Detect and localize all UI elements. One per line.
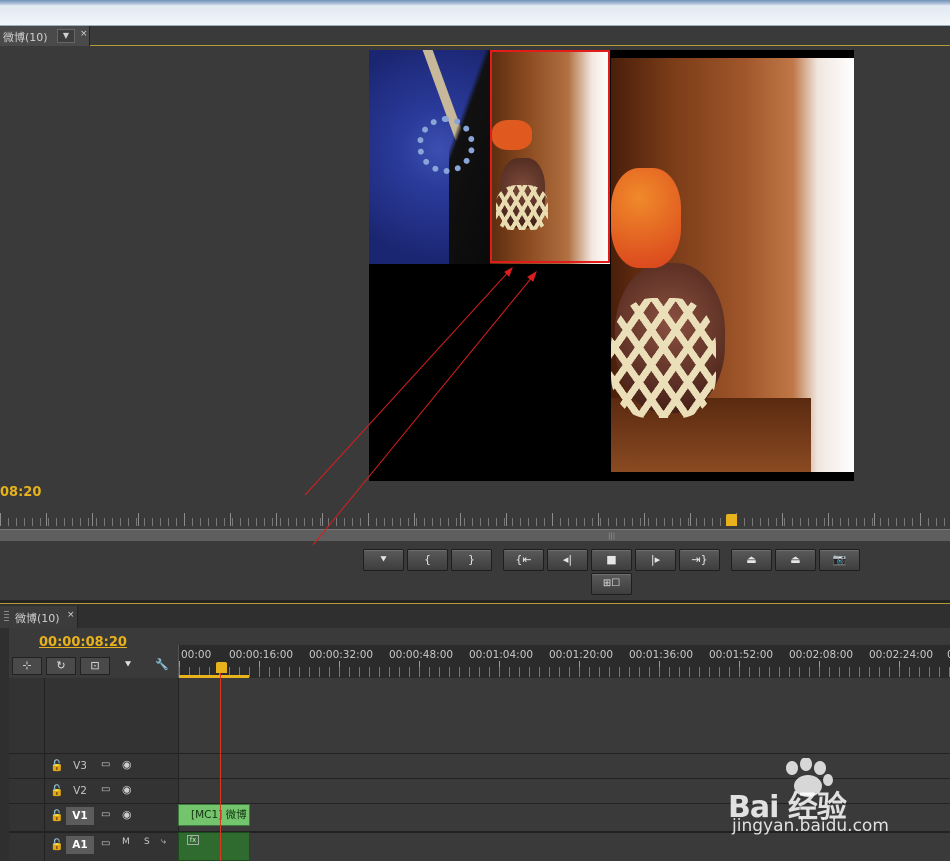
eye-icon[interactable]: ◉ bbox=[122, 808, 132, 821]
timeline-tab-label: 微博(10) bbox=[15, 612, 60, 625]
track-label[interactable]: A1 bbox=[66, 836, 94, 854]
timeline-settings-button[interactable]: 🔧 bbox=[147, 657, 177, 675]
ruler-label: 00:00:32:00 bbox=[309, 649, 374, 661]
track-label[interactable]: V3 bbox=[66, 757, 94, 775]
lock-icon[interactable]: 🔓 bbox=[50, 809, 64, 822]
lock-icon[interactable]: 🔓 bbox=[50, 759, 64, 772]
step-forward-button[interactable]: |▸ bbox=[635, 549, 676, 571]
mark-in-button[interactable]: { bbox=[407, 549, 448, 571]
add-marker-tool-button[interactable]: ⯆ bbox=[113, 657, 143, 675]
mark-in-icon: { bbox=[424, 553, 431, 566]
timeline-ruler[interactable]: 00:00 00:00:16:00 00:00:32:00 00:00:48:0… bbox=[178, 645, 950, 678]
chevron-down-icon[interactable]: ▼ bbox=[57, 29, 75, 43]
multicam-angle-2-image[interactable] bbox=[490, 50, 610, 264]
nest-sequence-button[interactable]: ⊡ bbox=[80, 657, 110, 675]
nest-icon: ⊡ bbox=[90, 659, 100, 672]
multicam-icon: ⊞☐ bbox=[602, 578, 621, 589]
stop-icon: ■ bbox=[606, 553, 617, 566]
ruler-label: 00:00 bbox=[181, 649, 212, 661]
voiceover-icon[interactable]: ⤷ bbox=[161, 837, 166, 847]
track-label[interactable]: V1 bbox=[66, 807, 94, 825]
track-label[interactable]: V2 bbox=[66, 782, 94, 800]
eye-icon[interactable]: ◉ bbox=[122, 758, 132, 771]
snap-insert-tool-button[interactable]: ⊹ bbox=[12, 657, 42, 675]
extract-button[interactable]: ⏏ bbox=[775, 549, 816, 571]
lock-icon[interactable]: 🔓 bbox=[50, 838, 64, 851]
mark-out-button[interactable]: } bbox=[451, 549, 492, 571]
monitor-zoom-scrollbar[interactable]: ||| bbox=[0, 529, 950, 541]
multicam-angle-1-image[interactable] bbox=[369, 50, 490, 264]
fx-badge: fx bbox=[187, 835, 199, 845]
ruler-label: 00:01:52:00 bbox=[709, 649, 774, 661]
marker-icon: ⯆ bbox=[379, 553, 388, 566]
ruler-label: 00:02:08:00 bbox=[789, 649, 854, 661]
watermark: Bai 经验 jingyan.baidu.com bbox=[728, 758, 950, 861]
ruler-label: 00:00:48:00 bbox=[389, 649, 454, 661]
close-icon[interactable]: × bbox=[80, 29, 88, 39]
lock-icon[interactable]: 🔓 bbox=[50, 784, 64, 797]
step-back-icon: ◂| bbox=[562, 553, 573, 566]
mute-button[interactable]: M bbox=[122, 837, 130, 847]
timeline-playhead-line bbox=[220, 673, 221, 861]
ruler-label: 00:01:04:00 bbox=[469, 649, 534, 661]
sync-lock-icon[interactable]: ▭ bbox=[101, 784, 110, 795]
close-icon[interactable]: × bbox=[67, 610, 75, 620]
active-angle-highlight bbox=[490, 50, 610, 263]
stop-button[interactable]: ■ bbox=[591, 549, 632, 571]
step-forward-icon: |▸ bbox=[650, 553, 661, 566]
link-icon: ↻ bbox=[56, 659, 66, 672]
timeline-timecode[interactable]: 00:00:08:20 bbox=[39, 635, 127, 650]
go-to-in-icon: {⇤ bbox=[515, 553, 532, 566]
add-marker-button[interactable]: ⯆ bbox=[363, 549, 404, 571]
ruler-label: 00:01:20:00 bbox=[549, 649, 614, 661]
program-monitor-tab-label: 微博(10) bbox=[3, 31, 48, 44]
insert-icon: ⊹ bbox=[22, 659, 32, 672]
marker-icon: ⯆ bbox=[123, 658, 133, 671]
monitor-timecode[interactable]: 08:20 bbox=[0, 485, 41, 500]
ruler-label: 00:02:24:00 bbox=[869, 649, 934, 661]
eye-icon[interactable]: ◉ bbox=[122, 783, 132, 796]
timeline-tab[interactable]: 微博(10) × bbox=[0, 606, 78, 628]
mark-out-icon: } bbox=[468, 553, 475, 566]
ruler-label: 00:00:16:00 bbox=[229, 649, 294, 661]
ruler-label: 00:01:36:00 bbox=[629, 649, 694, 661]
video-clip[interactable]: [MC1] 微博 bbox=[178, 804, 250, 826]
go-to-in-button[interactable]: {⇤ bbox=[503, 549, 544, 571]
wrench-icon: 🔧 bbox=[155, 658, 169, 671]
sync-lock-icon[interactable]: ▭ bbox=[101, 809, 110, 820]
program-monitor-tab[interactable]: 微博(10) ▼ × bbox=[0, 26, 90, 46]
sync-lock-icon[interactable]: ▭ bbox=[101, 759, 110, 770]
go-to-out-icon: ⇥} bbox=[691, 553, 708, 566]
step-back-button[interactable]: ◂| bbox=[547, 549, 588, 571]
drag-handle-icon[interactable] bbox=[4, 611, 9, 622]
watermark-url: jingyan.baidu.com bbox=[732, 816, 889, 836]
extract-icon: ⏏ bbox=[790, 553, 801, 566]
multicam-toggle-button[interactable]: ⊞☐ bbox=[591, 573, 632, 595]
audio-clip[interactable]: fx bbox=[178, 832, 250, 861]
window-title-bar bbox=[0, 0, 950, 26]
go-to-out-button[interactable]: ⇥} bbox=[679, 549, 720, 571]
monitor-time-ruler[interactable] bbox=[0, 508, 950, 528]
timeline-playhead[interactable] bbox=[216, 662, 227, 673]
linked-selection-button[interactable]: ↻ bbox=[46, 657, 76, 675]
export-frame-button[interactable]: 📷 bbox=[819, 549, 860, 571]
camera-icon: 📷 bbox=[832, 553, 847, 566]
solo-button[interactable]: S bbox=[144, 837, 150, 847]
multicam-program-image bbox=[611, 58, 854, 472]
lift-button[interactable]: ⏏ bbox=[731, 549, 772, 571]
video-preview[interactable] bbox=[369, 50, 854, 481]
lift-icon: ⏏ bbox=[746, 553, 757, 566]
panel-divider bbox=[90, 45, 950, 46]
sync-lock-icon[interactable]: ▭ bbox=[101, 838, 110, 849]
monitor-playhead[interactable] bbox=[726, 514, 737, 526]
